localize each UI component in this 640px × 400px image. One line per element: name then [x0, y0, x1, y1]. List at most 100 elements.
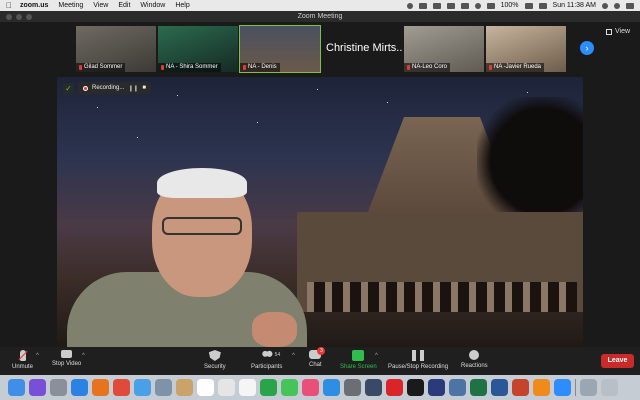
- notes-app-icon[interactable]: [176, 379, 193, 396]
- stop-recording-icon[interactable]: ■: [142, 85, 146, 91]
- star: [137, 137, 138, 138]
- microphone-muted-icon: [19, 350, 26, 361]
- view-label: View: [615, 28, 631, 35]
- app-store-icon[interactable]: [323, 379, 340, 396]
- kindle-icon[interactable]: [407, 379, 424, 396]
- excel-icon[interactable]: [470, 379, 487, 396]
- messenger-icon[interactable]: [432, 2, 441, 9]
- audio-options-caret-icon[interactable]: ^: [36, 353, 39, 359]
- share-options-caret-icon[interactable]: ^: [375, 353, 378, 359]
- minimize-window-button[interactable]: [16, 14, 22, 20]
- mail-icon[interactable]: [134, 379, 151, 396]
- safari-icon[interactable]: [71, 379, 88, 396]
- dock-separator: [575, 379, 576, 396]
- close-window-button[interactable]: [6, 14, 12, 20]
- q-app-icon[interactable]: [386, 379, 403, 396]
- zoom-icon[interactable]: [554, 379, 571, 396]
- star: [317, 89, 318, 90]
- mic-muted-icon: [79, 65, 82, 70]
- participant-tile-active-speaker[interactable]: NA - Denis: [239, 25, 321, 73]
- security-button[interactable]: Security: [204, 350, 226, 370]
- participant-tile[interactable]: Gilad Sommer: [76, 26, 156, 72]
- timer-icon[interactable]: [474, 2, 481, 9]
- pause-stop-recording-button[interactable]: Pause/Stop Recording: [388, 350, 448, 370]
- participant-tile[interactable]: Christine Mirts...: [322, 26, 402, 72]
- menu-edit[interactable]: Edit: [118, 2, 130, 9]
- powerpoint-icon[interactable]: [512, 379, 529, 396]
- next-page-button[interactable]: ›: [580, 41, 594, 55]
- participants-label: Participants: [251, 364, 283, 370]
- menu-meeting[interactable]: Meeting: [58, 2, 83, 9]
- apple-icon[interactable]: : [6, 1, 12, 10]
- menu-help[interactable]: Help: [175, 2, 189, 9]
- stop-video-label: Stop Video: [52, 361, 82, 367]
- temple-columns: [307, 282, 577, 312]
- quicktime-icon[interactable]: [365, 379, 382, 396]
- reactions-label: Reactions: [461, 363, 488, 369]
- window-title: Zoom Meeting: [297, 13, 343, 20]
- chevron-right-icon: ›: [585, 43, 589, 53]
- trash-icon[interactable]: [601, 379, 618, 396]
- recording-label: Recording...: [92, 85, 125, 91]
- star: [387, 102, 388, 103]
- recording-pill: Recording... ❙❙ ■: [78, 82, 152, 94]
- gmail-icon[interactable]: [460, 2, 469, 9]
- menu-window[interactable]: Window: [140, 2, 165, 9]
- chat-button[interactable]: 3 Chat: [309, 347, 326, 368]
- pause-stop-icon: [412, 350, 425, 361]
- participant-tile[interactable]: NA - Shira Sommer: [158, 26, 238, 72]
- reactions-smiley-icon: [469, 350, 480, 360]
- participant-tile[interactable]: NA-Leo Coro: [404, 26, 484, 72]
- chrome-icon[interactable]: [113, 379, 130, 396]
- battery-percent[interactable]: 100%: [501, 2, 519, 9]
- reactions-button[interactable]: Reactions: [461, 350, 488, 369]
- participant-name: Gilad Sommer: [84, 64, 123, 70]
- numbers-icon[interactable]: [260, 379, 277, 396]
- messages-icon[interactable]: [281, 379, 298, 396]
- battery-icon[interactable]: [524, 2, 533, 9]
- mail-icon[interactable]: [446, 2, 455, 9]
- clock[interactable]: Sun 11:38 AM: [553, 2, 596, 9]
- calendar-icon[interactable]: [197, 379, 214, 396]
- participants-button[interactable]: 54 Participants: [251, 350, 282, 370]
- word-icon[interactable]: [491, 379, 508, 396]
- mac-dock: [0, 375, 640, 400]
- leave-meeting-button[interactable]: Leave: [601, 354, 634, 368]
- encryption-shield-icon[interactable]: ✓: [63, 82, 74, 94]
- photoshop-icon[interactable]: [428, 379, 445, 396]
- notification-center-icon[interactable]: [626, 2, 634, 9]
- menu-view[interactable]: View: [93, 2, 108, 9]
- fullscreen-window-button[interactable]: [26, 14, 32, 20]
- finder-icon[interactable]: [8, 379, 25, 396]
- participant-tile[interactable]: NA -Javier Rueda: [486, 26, 566, 72]
- menu-app-name[interactable]: zoom.us: [20, 2, 48, 9]
- stop-video-button[interactable]: Stop Video: [52, 350, 81, 367]
- flag-icon[interactable]: [538, 2, 547, 9]
- launchpad-icon[interactable]: [50, 379, 67, 396]
- system-preferences-icon[interactable]: [344, 379, 361, 396]
- itunes-icon[interactable]: [302, 379, 319, 396]
- reminders-icon[interactable]: [239, 379, 256, 396]
- view-button[interactable]: View: [606, 28, 630, 35]
- pause-recording-icon[interactable]: ❙❙: [128, 85, 138, 92]
- siri-icon[interactable]: [614, 2, 620, 9]
- vk-icon[interactable]: [449, 379, 466, 396]
- unmute-button[interactable]: Unmute: [12, 350, 33, 370]
- cloud-icon[interactable]: [418, 2, 427, 9]
- vlc-icon[interactable]: [533, 379, 550, 396]
- preview-icon[interactable]: [155, 379, 172, 396]
- photos-icon[interactable]: [218, 379, 235, 396]
- unmute-label: Unmute: [12, 364, 34, 370]
- video-options-caret-icon[interactable]: ^: [82, 353, 85, 359]
- share-screen-arrow-icon: [352, 350, 365, 361]
- finder-window-icon[interactable]: [580, 379, 597, 396]
- participants-options-caret-icon[interactable]: ^: [292, 353, 295, 359]
- wifi-icon[interactable]: [486, 2, 495, 9]
- share-screen-button[interactable]: Share Screen: [340, 350, 377, 370]
- status-icon[interactable]: [406, 2, 413, 9]
- search-icon[interactable]: [602, 2, 608, 9]
- participant-name: Christine Mirts...: [326, 42, 402, 54]
- participant-name: NA - Denis: [248, 64, 277, 70]
- firefox-icon[interactable]: [92, 379, 109, 396]
- siri-icon[interactable]: [29, 379, 46, 396]
